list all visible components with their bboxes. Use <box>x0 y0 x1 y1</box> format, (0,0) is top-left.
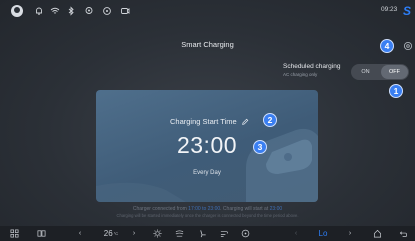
repeat-schedule-label: Every Day <box>193 170 221 176</box>
charging-start-time-title: Charging Start Time <box>170 117 237 126</box>
air-flow-icon[interactable] <box>218 229 230 238</box>
fan-level[interactable]: Lo <box>316 229 330 238</box>
charging-info-line: Charger connected from 17:00 to 23:00. C… <box>0 206 415 212</box>
callout-badge-3: 3 <box>253 140 267 154</box>
scheduled-charging-sublabel: AC charging only <box>283 72 318 77</box>
edit-icon[interactable] <box>241 118 249 126</box>
seat-recline-icon[interactable] <box>197 229 207 238</box>
brand-logo: S <box>403 4 412 18</box>
fan-increase-chevron-icon[interactable]: › <box>346 229 354 238</box>
back-icon[interactable] <box>398 229 408 238</box>
home-icon[interactable] <box>372 229 382 238</box>
bottom-dock: ‹ 26 °C › ‹ Lo › <box>0 226 415 241</box>
charging-start-time-value[interactable]: 23:00 <box>96 132 318 159</box>
split-screen-icon[interactable] <box>36 229 46 238</box>
toggle-off-option[interactable]: OFF <box>381 65 408 79</box>
location-icon <box>84 6 94 16</box>
scheduled-charging-label: Scheduled charging <box>283 63 341 70</box>
temp-increase-chevron-icon[interactable]: › <box>130 229 138 238</box>
callout-badge-4: 4 <box>380 39 394 53</box>
callout-badge-2: 2 <box>263 113 277 127</box>
toggle-on-option[interactable]: ON <box>351 64 380 80</box>
temperature-readout[interactable]: 26 °C <box>100 229 122 238</box>
charging-start-time-card[interactable]: Charging Start Time 2 23:00 3 Every Day <box>96 90 318 202</box>
page-title: Smart Charging <box>181 40 234 49</box>
info-start-time: 23:00 <box>269 206 283 212</box>
charging-info-note: Charging will be started immediately onc… <box>116 213 299 218</box>
fan-decrease-chevron-icon[interactable]: ‹ <box>292 229 300 238</box>
apps-grid-icon[interactable] <box>9 229 19 238</box>
temp-decrease-chevron-icon[interactable]: ‹ <box>76 229 84 238</box>
status-bar: 09:23 S <box>0 0 415 22</box>
info-time-range: 17:00 to 23:00 <box>188 206 221 212</box>
charging-start-time-row[interactable]: Charging Start Time <box>170 117 249 126</box>
avatar[interactable] <box>11 5 23 17</box>
callout-badge-1: 1 <box>389 84 403 98</box>
hotspot-icon <box>102 6 112 16</box>
seat-heat-icon[interactable] <box>174 229 184 238</box>
gear-icon[interactable] <box>403 41 413 51</box>
screen-icon <box>120 6 130 16</box>
scheduled-charging-toggle[interactable]: ON OFF <box>351 64 409 80</box>
temperature-unit: °C <box>113 231 119 236</box>
wifi-icon <box>50 6 60 16</box>
info-mid: . Charging will start at <box>220 206 269 212</box>
defrost-front-icon[interactable] <box>152 229 162 238</box>
bluetooth-icon <box>66 6 76 16</box>
temperature-value: 26 <box>103 229 113 238</box>
status-clock: 09:23 <box>381 6 398 13</box>
bell-icon[interactable] <box>34 6 44 16</box>
fan-icon[interactable] <box>240 229 250 238</box>
info-prefix: Charger connected from <box>132 206 187 212</box>
smart-charging-screen: 09:23 S Smart Charging 4 Scheduled charg… <box>0 0 415 241</box>
